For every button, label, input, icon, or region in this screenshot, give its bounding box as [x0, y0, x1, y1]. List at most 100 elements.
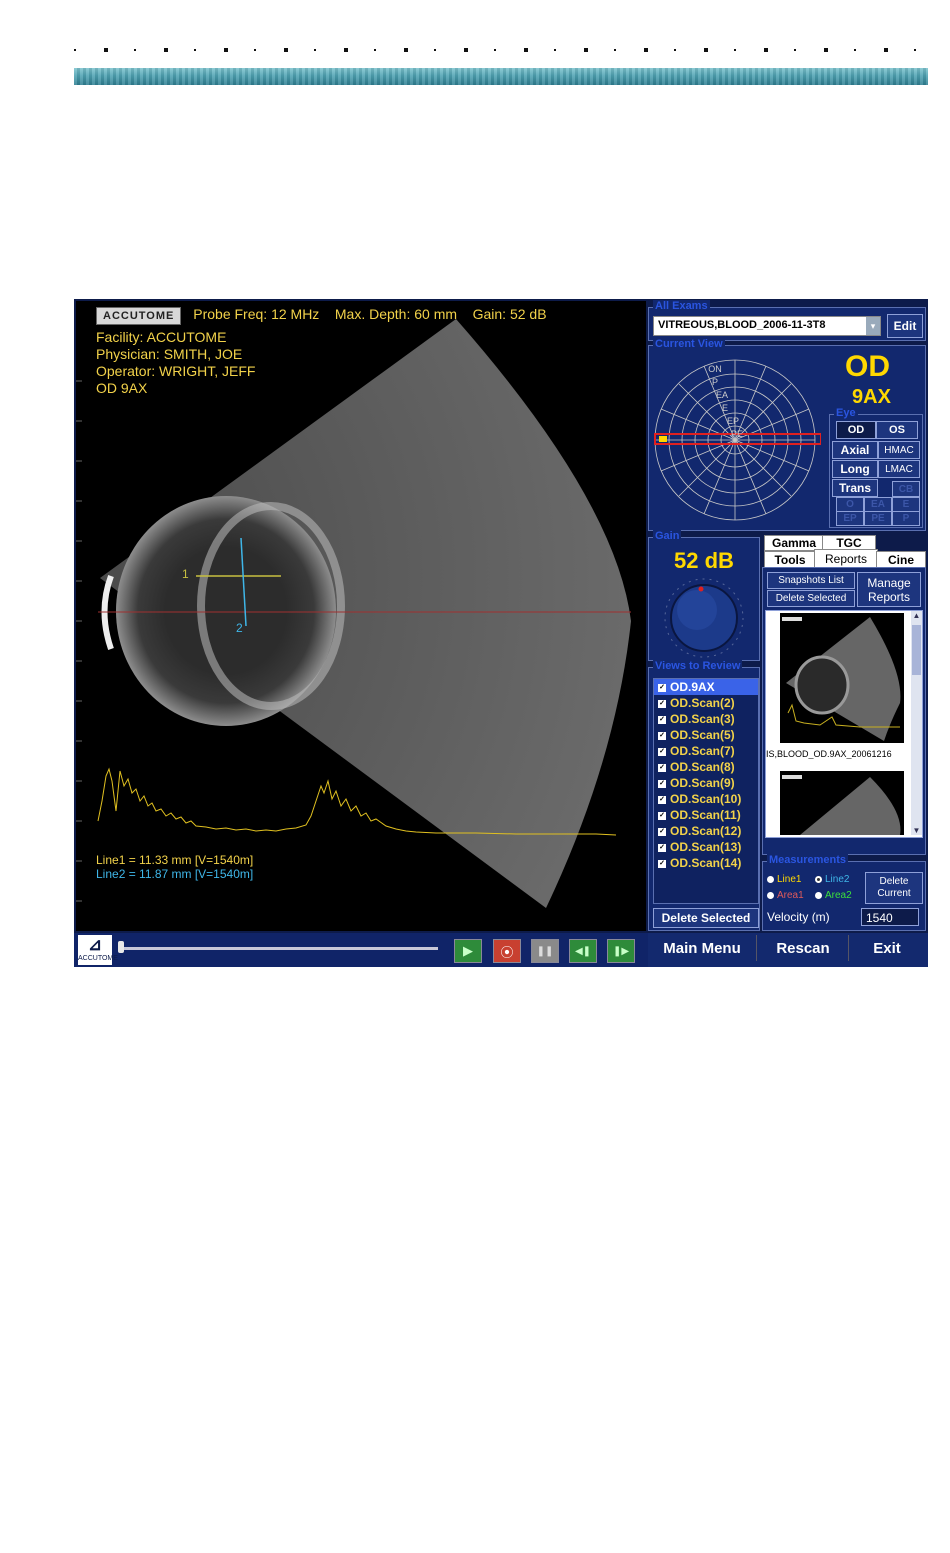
play-button[interactable]: ▶	[454, 939, 482, 963]
scroll-down-icon[interactable]: ▼	[911, 826, 922, 835]
lmac-button[interactable]: LMAC	[878, 460, 920, 478]
list-item-label: OD.Scan(5)	[670, 728, 735, 742]
trans-button[interactable]: Trans	[832, 479, 878, 497]
checkbox-icon[interactable]: ✓	[658, 811, 666, 820]
checkbox-icon[interactable]: ✓	[658, 827, 666, 836]
axial-button[interactable]: Axial	[832, 441, 878, 459]
list-item-label: OD.Scan(7)	[670, 744, 735, 758]
list-item-label: OD.Scan(3)	[670, 712, 735, 726]
e-button[interactable]: E	[892, 497, 920, 512]
decorative-dot	[104, 48, 108, 52]
ring-label-pe: PE	[731, 429, 743, 439]
line2-radio[interactable]: Line2	[815, 874, 849, 885]
patient-info: Facility: ACCUTOME Physician: SMITH, JOE…	[96, 329, 255, 397]
exit-button[interactable]: Exit	[848, 935, 925, 961]
checkbox-icon[interactable]: ✓	[658, 715, 666, 724]
accutome-logo-icon: ⊿ ACCUTOME	[78, 935, 118, 965]
gain-knob[interactable]	[659, 576, 749, 660]
record-button[interactable]: ⦿	[493, 939, 521, 963]
list-item[interactable]: ✓ OD.Scan(14)	[654, 855, 758, 871]
area2-radio[interactable]: Area2	[815, 890, 852, 901]
list-item[interactable]: ✓ OD.Scan(2)	[654, 695, 758, 711]
decorative-dot	[824, 48, 828, 52]
o-button[interactable]: O	[836, 497, 864, 512]
decorative-dot	[164, 48, 168, 52]
list-item[interactable]: ✓ OD.Scan(8)	[654, 759, 758, 775]
velocity-label: Velocity (m)	[767, 910, 830, 924]
edit-exam-button[interactable]: Edit	[887, 314, 923, 338]
main-menu-button[interactable]: Main Menu	[648, 935, 756, 961]
velocity-input[interactable]: 1540	[861, 908, 919, 926]
delete-selected-snapshot-button[interactable]: Delete Selected	[767, 590, 855, 607]
views-list[interactable]: ✓ OD.9AX ✓ OD.Scan(2) ✓ OD.Scan(3) ✓ OD.Scan(5)…	[653, 678, 759, 904]
decorative-dot	[704, 48, 708, 52]
list-item[interactable]: ✓ OD.Scan(12)	[654, 823, 758, 839]
long-button[interactable]: Long	[832, 460, 878, 478]
checkbox-icon[interactable]: ✓	[658, 731, 666, 740]
rescan-button[interactable]: Rescan	[756, 935, 849, 961]
delete-current-button[interactable]: Delete Current	[865, 872, 923, 904]
decorative-dot	[434, 49, 436, 51]
hmac-button[interactable]: HMAC	[878, 441, 920, 459]
tab-reports[interactable]: Reports	[814, 549, 878, 569]
ea-button[interactable]: EA	[864, 497, 892, 512]
radio-icon	[767, 875, 774, 883]
snapshot-thumbnail-2[interactable]	[780, 771, 904, 835]
list-item-label: OD.Scan(13)	[670, 840, 742, 854]
eye-selection-panel: Eye OD OS Axial HMAC Long LMAC Trans CB …	[829, 407, 923, 528]
current-view-name: 9AX	[852, 386, 891, 408]
eye-position-diagram[interactable]: ON P EA E EP PE	[651, 356, 821, 528]
current-view-panel: Current View ON P EA E EP PE OD 9AX Eye …	[648, 338, 926, 531]
p-button[interactable]: P	[892, 511, 920, 526]
list-item[interactable]: ✓ OD.9AX	[654, 679, 758, 695]
manage-reports-button[interactable]: Manage Reports	[857, 572, 921, 607]
step-back-button[interactable]: ◀❚	[569, 939, 597, 963]
chevron-down-icon[interactable]: ▾	[866, 317, 880, 335]
current-eye: OD	[845, 350, 890, 383]
measurements-panel: Measurements Line1 Line2 Area1 Area2 Del…	[762, 854, 926, 931]
decorative-dot	[134, 49, 136, 51]
pause-button[interactable]: ❚❚	[531, 939, 559, 963]
list-item[interactable]: ✓ OD.Scan(7)	[654, 743, 758, 759]
cb-button[interactable]: CB	[892, 481, 920, 497]
snapshot-thumbnail[interactable]	[780, 613, 904, 743]
cine-slider-handle[interactable]	[118, 941, 124, 953]
b-scan-display[interactable]: ACCUTOME Probe Freq: 12 MHz Max. Depth: …	[76, 301, 646, 931]
facility-label: Facility: ACCUTOME	[96, 329, 227, 345]
snapshot-list[interactable]: IS,BLOOD_OD.9AX_20061216 ▲ ▼	[765, 610, 923, 838]
checkbox-icon[interactable]: ✓	[658, 747, 666, 756]
checkbox-icon[interactable]: ✓	[658, 795, 666, 804]
pe-button[interactable]: PE	[864, 511, 892, 526]
snapshots-list-button[interactable]: Snapshots List	[767, 572, 855, 589]
delete-selected-views-button[interactable]: Delete Selected	[653, 908, 759, 928]
decorative-dot	[854, 49, 856, 51]
checkbox-icon[interactable]: ✓	[658, 843, 666, 852]
checkbox-icon[interactable]: ✓	[658, 779, 666, 788]
checkbox-icon[interactable]: ✓	[658, 683, 666, 692]
list-item[interactable]: ✓ OD.Scan(10)	[654, 791, 758, 807]
list-item[interactable]: ✓ OD.Scan(11)	[654, 807, 758, 823]
ep-button[interactable]: EP	[836, 511, 864, 526]
line1-readout: Line1 = 11.33 mm [V=1540m]	[96, 853, 254, 867]
step-forward-button[interactable]: ❚▶	[607, 939, 635, 963]
checkbox-icon[interactable]: ✓	[658, 763, 666, 772]
list-item[interactable]: ✓ OD.Scan(5)	[654, 727, 758, 743]
exam-select[interactable]: VITREOUS,BLOOD_2006-11-3T8 ▾	[653, 316, 881, 336]
area1-radio[interactable]: Area1	[767, 890, 804, 901]
line1-radio[interactable]: Line1	[767, 874, 801, 885]
list-item[interactable]: ✓ OD.Scan(9)	[654, 775, 758, 791]
os-button[interactable]: OS	[876, 421, 918, 439]
checkbox-icon[interactable]: ✓	[658, 859, 666, 868]
list-item-label: OD.9AX	[670, 680, 715, 694]
scrollbar-thumb[interactable]	[912, 625, 921, 675]
cine-slider-track[interactable]	[120, 947, 438, 950]
decorative-dot	[794, 49, 796, 51]
snapshot-scrollbar[interactable]: ▲ ▼	[911, 611, 922, 835]
list-item[interactable]: ✓ OD.Scan(3)	[654, 711, 758, 727]
od-button[interactable]: OD	[836, 421, 876, 439]
current-view-title: Current View	[653, 338, 725, 350]
list-item[interactable]: ✓ OD.Scan(13)	[654, 839, 758, 855]
scroll-up-icon[interactable]: ▲	[911, 611, 922, 620]
checkbox-icon[interactable]: ✓	[658, 699, 666, 708]
decorative-dot-row	[74, 46, 926, 56]
